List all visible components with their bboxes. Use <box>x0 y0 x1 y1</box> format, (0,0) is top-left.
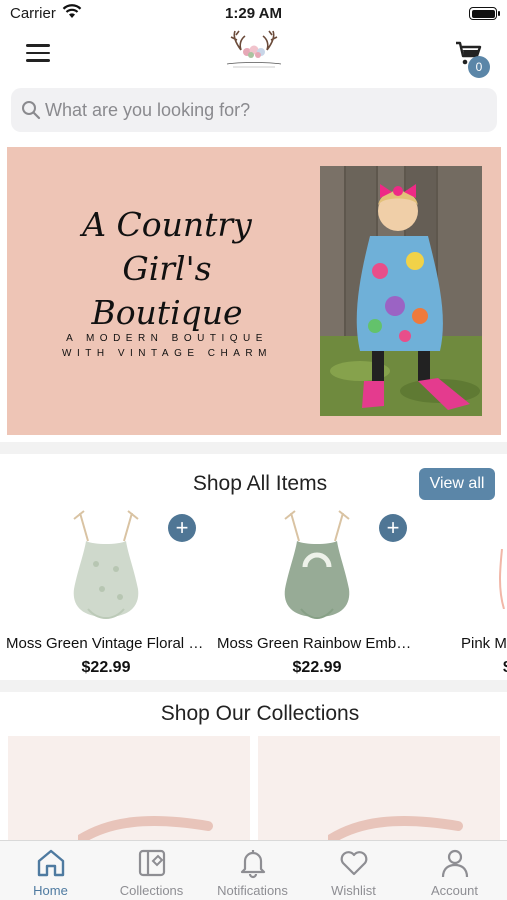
product-card[interactable]: + Moss Green Vintage Floral Romper $22.9… <box>6 509 206 679</box>
banner-line-1: A Country Girl's <box>82 205 252 288</box>
product-price: $22.99 <box>292 659 342 676</box>
product-price: $22.99 <box>81 659 131 676</box>
tab-label: Collections <box>119 883 184 898</box>
add-to-cart-button[interactable]: + <box>168 514 196 542</box>
tagline-line-1: A MODERN BOUTIQUE <box>66 333 268 344</box>
battery-cap <box>498 11 500 16</box>
product-card[interactable]: + Moss Green Rainbow Embe… $22.99 <box>217 509 417 679</box>
collections-title: Shop Our Collections <box>160 702 360 725</box>
banner-photo <box>320 166 482 416</box>
collections-section: Shop Our Collections <box>0 692 507 842</box>
status-bar: Carrier 1:29 AM <box>0 0 507 28</box>
search-placeholder: What are you looking for? <box>45 100 251 120</box>
cart-count-badge[interactable]: 0 <box>468 56 490 78</box>
bell-icon <box>240 850 266 879</box>
bottom-tab-bar: Home Collections Notifications Wishlist … <box>0 840 507 900</box>
tab-notifications[interactable]: Notifications <box>202 841 303 900</box>
product-card[interactable]: Pink M $ <box>428 509 507 679</box>
person-icon <box>441 849 469 878</box>
banner-brand-name: A Country Girl's Boutique <box>37 203 297 335</box>
app-header: 0 <box>0 28 507 80</box>
home-icon <box>37 849 65 877</box>
search-icon <box>22 101 41 120</box>
banner-section: A Country Girl's Boutique A MODERN BOUTI… <box>0 142 507 442</box>
tab-wishlist[interactable]: Wishlist <box>303 841 404 900</box>
tab-collections[interactable]: Collections <box>101 841 202 900</box>
collection-card[interactable] <box>8 736 250 842</box>
product-image <box>73 510 139 619</box>
heart-icon <box>340 851 368 876</box>
tab-label: Home <box>33 883 68 898</box>
tab-label: Wishlist <box>331 883 376 898</box>
product-image <box>284 510 350 619</box>
collection-image <box>78 816 213 842</box>
tab-account[interactable]: Account <box>404 841 505 900</box>
product-image <box>499 549 505 609</box>
search-area: What are you looking for? <box>0 80 507 142</box>
banner-line-2: Boutique <box>91 293 243 332</box>
add-to-cart-button[interactable]: + <box>379 514 407 542</box>
tab-home[interactable]: Home <box>0 841 101 900</box>
menu-icon[interactable] <box>26 44 50 62</box>
collections-icon <box>138 849 166 877</box>
search-input[interactable]: What are you looking for? <box>11 88 497 132</box>
product-name: Pink M <box>461 635 507 652</box>
banner-tagline: A MODERN BOUTIQUE WITH VINTAGE CHARM <box>37 331 297 361</box>
tab-label: Notifications <box>217 883 288 898</box>
collection-image <box>328 816 463 842</box>
tagline-line-2: WITH VINTAGE CHARM <box>62 348 272 359</box>
hero-banner[interactable]: A Country Girl's Boutique A MODERN BOUTI… <box>7 147 501 435</box>
shop-all-section: Shop All Items View all + Moss Green Vin… <box>0 454 507 680</box>
clock: 1:29 AM <box>225 5 282 22</box>
collection-card[interactable] <box>258 736 500 842</box>
boutique-logo[interactable] <box>219 28 289 78</box>
view-all-button[interactable]: View all <box>419 468 495 500</box>
product-name: Moss Green Vintage Floral Romper <box>6 635 206 652</box>
battery-icon <box>469 7 497 20</box>
tab-label: Account <box>431 883 478 898</box>
product-price: $ <box>503 659 507 677</box>
product-name: Moss Green Rainbow Embe… <box>217 635 417 652</box>
